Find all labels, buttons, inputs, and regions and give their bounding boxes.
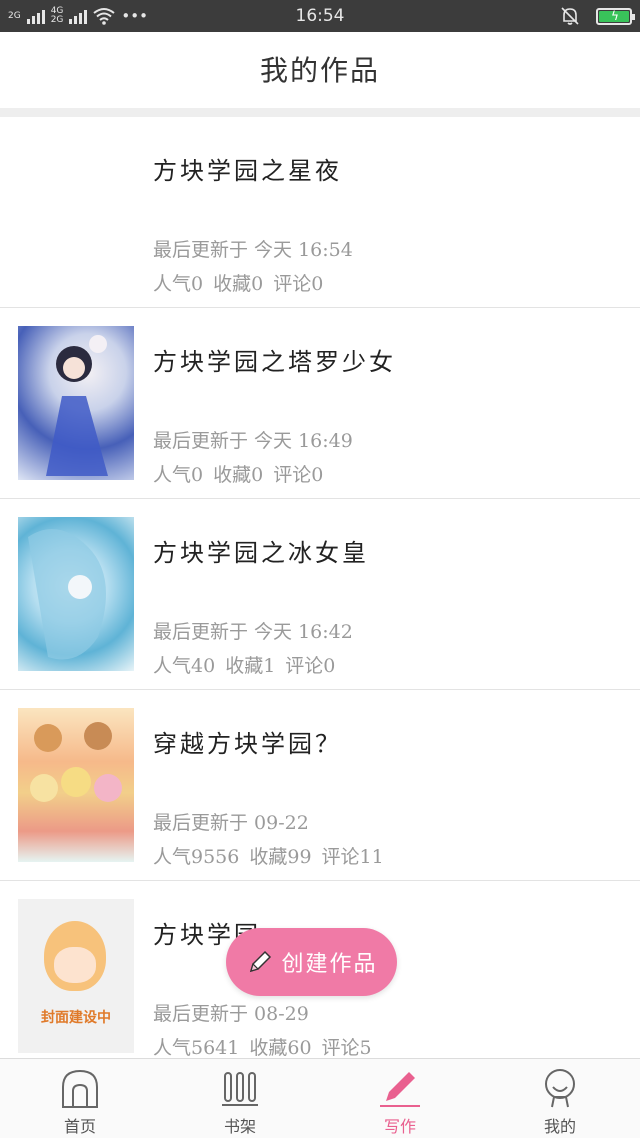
- work-title: 方块学园之星夜: [153, 157, 342, 185]
- work-stats: 人气9556 收藏99 评论11: [153, 842, 384, 869]
- cover-mascot: [44, 921, 106, 991]
- create-work-button[interactable]: 创建作品: [226, 928, 397, 996]
- profile-icon: [545, 1069, 575, 1108]
- home-icon: [62, 1069, 98, 1108]
- nav-label: 写作: [383, 1117, 416, 1136]
- work-updated: 最后更新于 今天 16:42: [153, 621, 353, 643]
- work-updated: 最后更新于 08-29: [153, 1003, 309, 1025]
- pencil-icon: [250, 950, 272, 973]
- work-comments: 评论5: [321, 1037, 372, 1058]
- work-favorites: 收藏1: [225, 655, 276, 677]
- status-bar: 2G 4G 2G ••• 16:54 ϟ: [0, 0, 640, 32]
- work-item[interactable]: 方块学园之星夜 最后更新于 今天 16:54 人气0 收藏0 评论0: [0, 117, 640, 308]
- work-comments: 评论0: [273, 464, 324, 486]
- create-work-label: 创建作品: [281, 952, 378, 977]
- battery-charging-icon: ϟ: [596, 7, 635, 25]
- pen-icon: [386, 1072, 415, 1101]
- work-title: 穿越方块学园？: [153, 730, 342, 758]
- work-comments: 评论0: [285, 655, 336, 677]
- nav-label: 书架: [223, 1117, 256, 1136]
- work-title: 方块学园之塔罗少女: [153, 348, 396, 376]
- work-comments: 评论11: [321, 846, 384, 868]
- header-divider: [0, 108, 640, 117]
- work-updated: 最后更新于 09-22: [153, 812, 309, 834]
- work-stats: 人气5641 收藏60 评论5: [153, 1033, 372, 1058]
- work-favorites: 收藏99: [249, 846, 312, 868]
- work-popularity: 人气0: [153, 464, 204, 486]
- work-updated: 最后更新于 今天 16:54: [153, 239, 353, 261]
- work-updated: 最后更新于 今天 16:49: [153, 430, 353, 452]
- work-comments: 评论0: [273, 273, 324, 295]
- work-favorites: 收藏0: [213, 273, 264, 295]
- nav-item-bookshelf[interactable]: 书架: [160, 1059, 320, 1138]
- work-stats: 人气40 收藏1 评论0: [153, 651, 335, 678]
- works-list: 方块学园之星夜 最后更新于 今天 16:54 人气0 收藏0 评论0 方块学园之塔罗…: [0, 117, 640, 1058]
- page-title: 我的作品: [259, 54, 380, 87]
- work-item[interactable]: 方块学园之冰女皇 最后更新于 今天 16:42 人气40 收藏1 评论0: [0, 499, 640, 690]
- bottom-nav: 首页 书架 写作 我的: [0, 1058, 640, 1138]
- work-cover-image: 封面建设中: [18, 899, 134, 1053]
- work-popularity: 人气0: [153, 273, 204, 295]
- work-cover-image: [18, 517, 134, 671]
- app-header: 我的作品: [0, 32, 640, 108]
- status-right: ϟ: [560, 0, 635, 32]
- work-favorites: 收藏60: [249, 1037, 312, 1058]
- work-popularity: 人气40: [153, 655, 216, 677]
- cover-caption: 封面建设中: [41, 1010, 111, 1026]
- work-item[interactable]: 方块学园之塔罗少女 最后更新于 今天 16:49 人气0 收藏0 评论0: [0, 308, 640, 499]
- nav-label: 首页: [63, 1117, 96, 1136]
- nav-label: 我的: [543, 1117, 576, 1136]
- work-favorites: 收藏0: [213, 464, 264, 486]
- nav-item-home[interactable]: 首页: [0, 1059, 160, 1138]
- work-stats: 人气0 收藏0 评论0: [153, 269, 323, 296]
- work-cover-image: [18, 326, 134, 480]
- work-item[interactable]: 穿越方块学园？ 最后更新于 09-22 人气9556 收藏99 评论11: [0, 690, 640, 881]
- nav-item-profile[interactable]: 我的: [480, 1059, 640, 1138]
- work-cover-image: [18, 708, 134, 862]
- nav-item-write[interactable]: 写作: [320, 1059, 480, 1138]
- work-popularity: 人气9556: [153, 846, 240, 868]
- bookshelf-icon: [222, 1072, 258, 1106]
- active-tab-indicator: [380, 1105, 420, 1107]
- bell-muted-icon: [561, 7, 579, 25]
- work-stats: 人气0 收藏0 评论0: [153, 460, 323, 487]
- work-title: 方块学园之冰女皇: [153, 539, 369, 567]
- work-popularity: 人气5641: [153, 1037, 240, 1058]
- status-time: 16:54: [295, 6, 345, 26]
